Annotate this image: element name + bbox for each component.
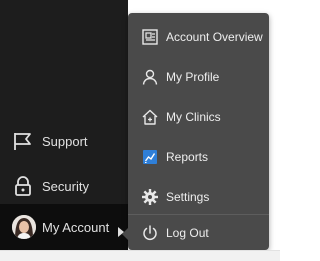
page-bottom-edge xyxy=(0,250,280,261)
lock-icon xyxy=(12,175,34,197)
reports-icon xyxy=(141,148,159,166)
flag-icon xyxy=(12,130,34,152)
account-overview-icon xyxy=(141,28,159,46)
menu-item-label: Settings xyxy=(166,190,210,204)
menu-item-label: My Profile xyxy=(166,70,220,84)
account-dropdown-menu: Account Overview My Profile My Clinics R… xyxy=(122,13,269,250)
gear-icon xyxy=(141,188,159,206)
sidebar-item-label: Security xyxy=(42,178,89,194)
sidebar-item-label: My Account xyxy=(42,219,110,235)
user-icon xyxy=(141,68,159,86)
sidebar-item-support[interactable]: Support xyxy=(0,126,128,156)
menu-item-label: My Clinics xyxy=(166,110,221,124)
sidebar-item-my-account[interactable]: My Account xyxy=(0,212,128,242)
sidebar: Support Security My Account xyxy=(0,0,128,250)
menu-item-label: Log Out xyxy=(166,226,209,240)
sidebar-item-label: Support xyxy=(42,133,88,149)
power-icon xyxy=(141,224,159,242)
menu-item-reports[interactable]: Reports xyxy=(128,141,269,173)
menu-item-my-clinics[interactable]: My Clinics xyxy=(128,101,269,133)
menu-item-label: Account Overview xyxy=(166,30,263,44)
menu-item-account-overview[interactable]: Account Overview xyxy=(128,21,269,53)
sidebar-item-security[interactable]: Security xyxy=(0,171,128,201)
menu-divider xyxy=(128,214,269,215)
menu-item-settings[interactable]: Settings xyxy=(128,181,269,213)
menu-item-log-out[interactable]: Log Out xyxy=(128,217,269,249)
menu-item-label: Reports xyxy=(166,150,209,164)
menu-item-my-profile[interactable]: My Profile xyxy=(128,61,269,93)
clinic-icon xyxy=(141,108,159,126)
sidebar-account-section: My Account xyxy=(0,204,128,250)
avatar xyxy=(12,215,36,239)
